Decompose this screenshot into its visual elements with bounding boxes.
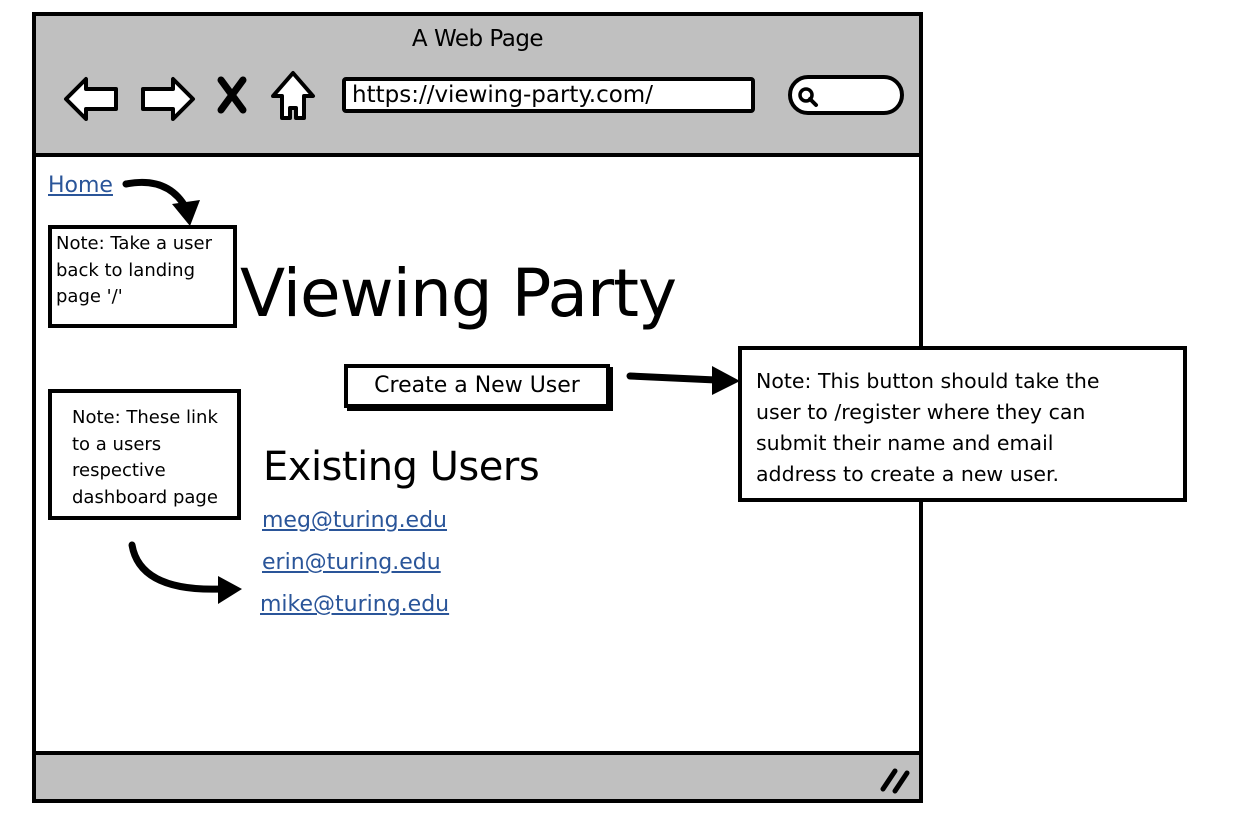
arrow-button-to-note-head (712, 366, 740, 395)
arrow-home-to-note-head (172, 200, 200, 226)
annotation-arrows (122, 178, 740, 604)
arrow-users-note-to-links-head (218, 576, 242, 604)
arrow-button-to-note (626, 372, 720, 384)
arrow-users-note-to-links (128, 541, 226, 593)
